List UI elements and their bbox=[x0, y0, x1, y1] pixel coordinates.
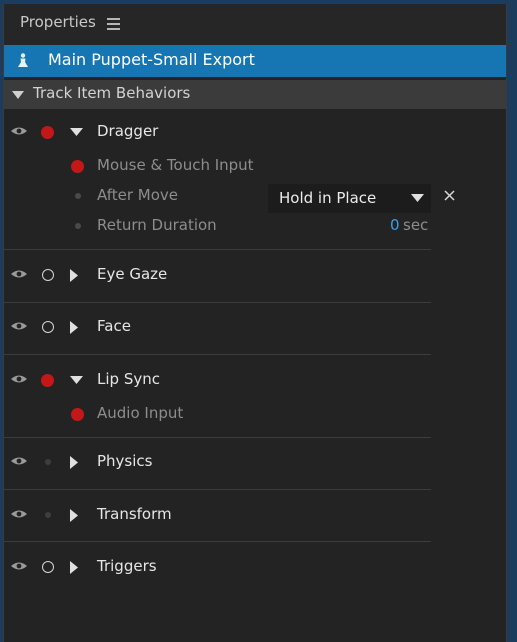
triangle-down-icon[interactable] bbox=[12, 91, 24, 99]
behavior-label: Transform bbox=[97, 505, 172, 523]
param-label: After Move bbox=[97, 186, 179, 204]
arm-indicator-icon[interactable] bbox=[45, 512, 51, 518]
param-dot-icon bbox=[75, 223, 81, 229]
triangle-down-icon[interactable] bbox=[70, 376, 83, 384]
panel-title[interactable]: Properties bbox=[20, 13, 96, 31]
triangle-right-icon[interactable] bbox=[70, 321, 78, 334]
behavior-label: Physics bbox=[97, 452, 153, 470]
arm-indicator-icon[interactable] bbox=[42, 321, 54, 333]
param-row-audio-input[interactable]: Audio Input bbox=[4, 399, 434, 429]
chevron-down-icon bbox=[411, 194, 424, 202]
divider bbox=[4, 541, 431, 542]
param-dot-icon bbox=[75, 193, 81, 199]
eye-icon[interactable] bbox=[10, 320, 28, 332]
divider bbox=[4, 249, 431, 250]
arm-indicator-icon[interactable] bbox=[41, 126, 54, 139]
behavior-row-transform[interactable]: Transform bbox=[4, 500, 434, 530]
divider bbox=[4, 354, 431, 355]
input-armed-icon[interactable] bbox=[71, 408, 84, 421]
param-label: Mouse & Touch Input bbox=[97, 156, 254, 174]
track-item-behaviors-header[interactable]: Track Item Behaviors bbox=[4, 80, 506, 109]
triangle-right-icon[interactable] bbox=[70, 509, 78, 522]
panel-header: Properties bbox=[4, 4, 506, 45]
eye-icon[interactable] bbox=[10, 560, 28, 572]
behavior-label: Eye Gaze bbox=[97, 265, 168, 283]
arm-indicator-icon[interactable] bbox=[41, 374, 54, 387]
behavior-label: Dragger bbox=[97, 122, 159, 140]
param-label: Audio Input bbox=[97, 404, 184, 422]
behavior-row-triggers[interactable]: Triggers bbox=[4, 552, 434, 582]
after-move-dropdown[interactable]: Hold in Place bbox=[268, 184, 431, 213]
puppet-row[interactable]: Main Puppet-Small Export bbox=[4, 45, 506, 77]
hamburger-menu-icon[interactable] bbox=[107, 18, 120, 30]
eye-icon[interactable] bbox=[10, 125, 28, 137]
arm-indicator-icon[interactable] bbox=[45, 459, 51, 465]
arm-indicator-icon[interactable] bbox=[42, 269, 54, 281]
properties-panel: Properties Main Puppet-Small Export Trac… bbox=[3, 4, 507, 642]
param-row-mouse-touch-input[interactable]: Mouse & Touch Input bbox=[4, 151, 434, 181]
close-icon[interactable] bbox=[444, 190, 455, 201]
triangle-right-icon[interactable] bbox=[70, 456, 78, 469]
puppet-name: Main Puppet-Small Export bbox=[48, 50, 255, 69]
behavior-row-eye-gaze[interactable]: Eye Gaze bbox=[4, 260, 434, 290]
divider bbox=[4, 489, 431, 490]
behavior-label: Triggers bbox=[97, 557, 157, 575]
behavior-row-face[interactable]: Face bbox=[4, 312, 434, 342]
eye-icon[interactable] bbox=[10, 373, 28, 385]
return-duration-value[interactable]: 0 bbox=[390, 216, 400, 234]
divider bbox=[4, 302, 431, 303]
triangle-right-icon[interactable] bbox=[70, 269, 78, 282]
behavior-row-dragger[interactable]: Dragger bbox=[4, 117, 434, 147]
triangle-right-icon[interactable] bbox=[70, 561, 78, 574]
param-row-return-duration: Return Duration bbox=[4, 211, 434, 241]
triangle-down-icon[interactable] bbox=[70, 128, 83, 136]
eye-icon[interactable] bbox=[10, 455, 28, 467]
eye-icon[interactable] bbox=[10, 268, 28, 280]
input-armed-icon[interactable] bbox=[71, 160, 84, 173]
behavior-label: Lip Sync bbox=[97, 370, 160, 388]
behavior-label: Face bbox=[97, 317, 131, 335]
param-label: Return Duration bbox=[97, 216, 217, 234]
behavior-row-physics[interactable]: Physics bbox=[4, 447, 434, 477]
section-label: Track Item Behaviors bbox=[33, 84, 191, 102]
puppet-icon bbox=[18, 53, 28, 67]
return-duration-unit: sec bbox=[403, 216, 429, 234]
behavior-row-lip-sync[interactable]: Lip Sync bbox=[4, 365, 434, 395]
arm-indicator-icon[interactable] bbox=[42, 561, 54, 573]
divider bbox=[4, 437, 431, 438]
dropdown-value: Hold in Place bbox=[279, 189, 377, 207]
eye-icon[interactable] bbox=[10, 508, 28, 520]
